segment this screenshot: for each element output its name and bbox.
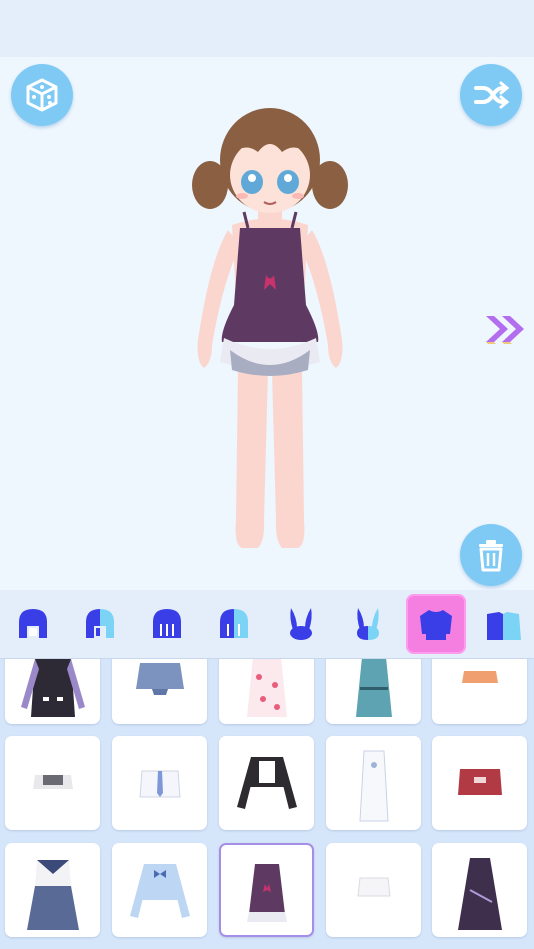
sweater-icon <box>420 610 452 640</box>
gray-crop-top-thumbnail <box>32 775 73 789</box>
item-card-white-wrap-top[interactable] <box>326 843 421 937</box>
denim-shirt-thumbnail <box>135 662 184 695</box>
item-card-denim-shirt[interactable] <box>112 659 207 724</box>
tab-hair-back-alt[interactable] <box>204 594 264 654</box>
red-offshoulder-top-thumbnail <box>457 769 502 795</box>
striped-sleeve-dress-thumbnail <box>20 659 85 717</box>
hair-front-icon <box>19 609 47 638</box>
white-shirt-tie-thumbnail <box>138 770 181 798</box>
item-card-blue-bow-blouse[interactable] <box>112 843 207 937</box>
white-qipao-thumbnail <box>358 750 389 822</box>
item-card-red-offshoulder-top[interactable] <box>432 736 527 830</box>
blue-bow-blouse-thumbnail <box>129 864 190 918</box>
item-card-orange-crop-top[interactable] <box>432 659 527 724</box>
delete-button[interactable] <box>460 524 522 586</box>
randomize-button[interactable] <box>11 64 73 126</box>
item-card-white-qipao[interactable] <box>326 736 421 830</box>
hair-back-alt-icon <box>220 609 248 638</box>
shuffle-icon <box>474 81 510 109</box>
hair-front-alt-icon <box>86 609 114 638</box>
teal-dress-thumbnail <box>355 659 392 717</box>
bunny-ears-icon <box>290 608 312 640</box>
bunny-ears-alt-icon <box>357 608 379 640</box>
item-card-black-jacket[interactable] <box>219 736 314 830</box>
clothing-item-grid <box>0 659 534 949</box>
orange-crop-top-thumbnail <box>461 670 498 683</box>
tab-hair-front-alt[interactable] <box>70 594 130 654</box>
black-jacket-thumbnail <box>236 757 297 809</box>
item-card-gray-crop-top[interactable] <box>5 736 100 830</box>
purple-chain-dress-thumbnail <box>457 858 502 930</box>
tab-ears-alt[interactable] <box>338 594 398 654</box>
purple-camisole-dress-thumbnail <box>246 864 287 922</box>
white-wrap-top-thumbnail <box>356 877 391 897</box>
shuffle-button[interactable] <box>460 64 522 126</box>
item-card-purple-camisole-dress[interactable] <box>219 843 314 937</box>
trash-icon <box>479 540 503 572</box>
tab-hair-back[interactable] <box>137 594 197 654</box>
hair-back-icon <box>153 609 181 638</box>
sailor-dress-thumbnail <box>26 860 79 930</box>
item-card-teal-dress[interactable] <box>326 659 421 724</box>
tab-hair-front[interactable] <box>3 594 63 654</box>
tab-tops[interactable] <box>406 594 466 654</box>
item-card-strawberry-dress[interactable] <box>219 659 314 724</box>
outfit-icon <box>487 612 521 640</box>
tab-ears[interactable] <box>271 594 331 654</box>
strawberry-dress-thumbnail <box>246 659 287 717</box>
double-chevron-right-icon[interactable] <box>482 312 528 346</box>
top-bar <box>0 0 534 57</box>
category-tab-bar <box>0 590 534 659</box>
tab-outfits[interactable] <box>473 594 533 654</box>
dice-icon <box>26 78 58 112</box>
item-card-purple-chain-dress[interactable] <box>432 843 527 937</box>
character-avatar <box>192 108 348 548</box>
item-card-striped-sleeve-dress[interactable] <box>5 659 100 724</box>
item-card-sailor-dress[interactable] <box>5 843 100 937</box>
item-card-white-shirt-tie[interactable] <box>112 736 207 830</box>
